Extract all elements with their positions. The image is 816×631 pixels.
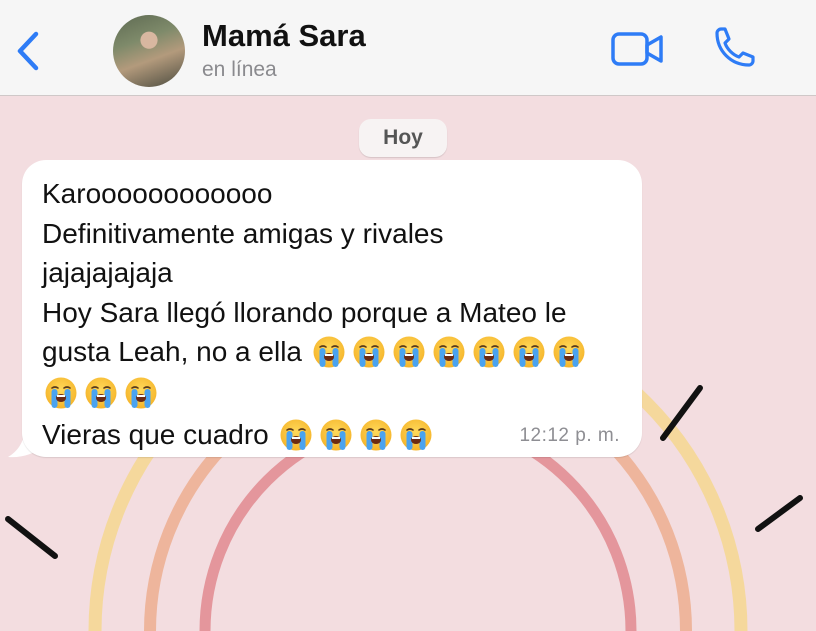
contact-name[interactable]: Mamá Sara [202, 18, 366, 54]
back-button[interactable] [10, 28, 50, 74]
phone-icon [715, 27, 755, 67]
loudly-crying-face-icon [279, 418, 313, 452]
loudly-crying-face-icon [432, 335, 466, 369]
loudly-crying-face-icon [44, 376, 78, 410]
message-line: gusta Leah, no a ella [42, 332, 632, 373]
contact-status: en línea [202, 58, 277, 81]
video-call-button[interactable] [610, 30, 666, 70]
message-line: Hoy Sara llegó llorando porque a Mateo l… [42, 296, 567, 328]
loudly-crying-face-icon [512, 335, 546, 369]
message-text: Karoooooooooooo Definitivamente amigas y… [42, 174, 632, 456]
emoji-group [277, 417, 437, 457]
video-camera-icon [611, 32, 663, 66]
loudly-crying-face-icon [392, 335, 426, 369]
message-line [42, 373, 632, 414]
date-separator: Hoy [359, 119, 447, 157]
message-line: Karoooooooooooo [42, 178, 273, 209]
voice-call-button[interactable] [708, 24, 758, 74]
loudly-crying-face-icon [124, 376, 158, 410]
loudly-crying-face-icon [352, 335, 386, 369]
loudly-crying-face-icon [399, 418, 433, 452]
loudly-crying-face-icon [84, 376, 118, 410]
loudly-crying-face-icon [359, 418, 393, 452]
emoji-group [310, 334, 590, 374]
avatar[interactable] [113, 15, 185, 87]
loudly-crying-face-icon [319, 418, 353, 452]
message-timestamp: 12:12 p. m. [519, 425, 620, 446]
emoji-group [42, 375, 162, 415]
incoming-message[interactable]: Karoooooooooooo Definitivamente amigas y… [22, 160, 642, 457]
loudly-crying-face-icon [472, 335, 506, 369]
loudly-crying-face-icon [552, 335, 586, 369]
chevron-left-icon [17, 31, 39, 71]
message-line: jajajajajaja [42, 257, 173, 288]
chat-header: Mamá Sara en línea [0, 0, 816, 96]
loudly-crying-face-icon [312, 335, 346, 369]
message-line: Definitivamente amigas y rivales [42, 217, 444, 249]
